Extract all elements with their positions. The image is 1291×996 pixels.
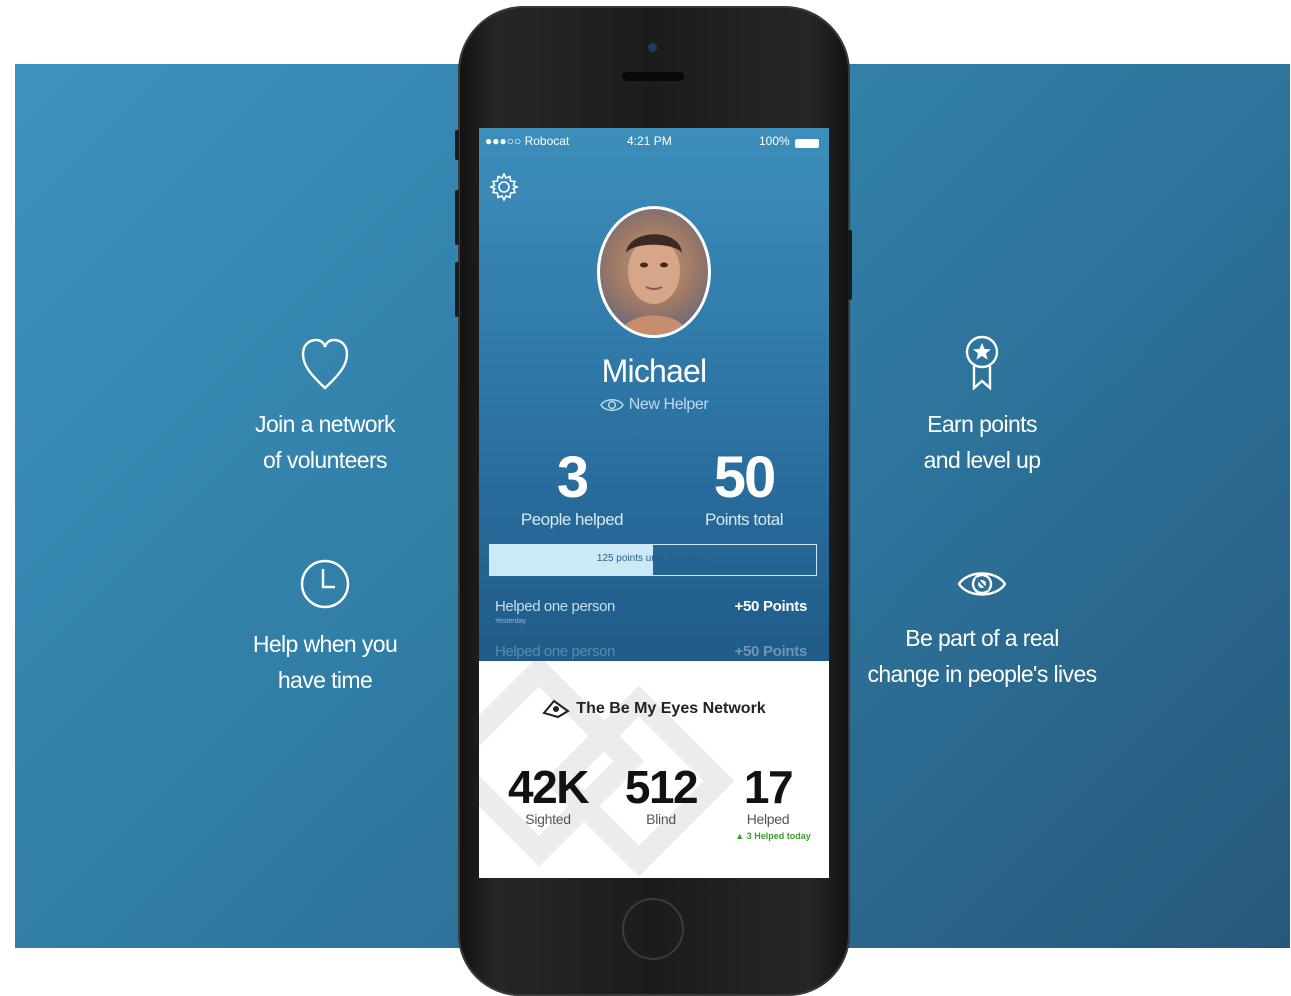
status-bar: ●●●○○ Robocat 4:21 PM 100%: [479, 132, 829, 154]
feature-text: Be part of a real change in people's liv…: [867, 625, 1097, 687]
points-total-stat: 50 Points total: [659, 446, 829, 530]
carrier-label: ●●●○○ Robocat: [485, 134, 570, 148]
clock-label: 4:21 PM: [627, 134, 672, 148]
heart-icon: [301, 338, 349, 390]
helped-today-note: ▲ 3 Helped today: [735, 831, 811, 841]
activity-points: +50 Points: [734, 643, 808, 660]
stat-value: 512: [624, 761, 699, 813]
activity-title: Helped one person: [495, 643, 615, 660]
settings-gear-icon[interactable]: [489, 172, 519, 202]
be-my-eyes-logo-icon: [542, 699, 571, 719]
blind-stat: 512 Blind: [615, 763, 707, 827]
activity-date: Yesterday: [495, 618, 526, 625]
clock-icon: [300, 559, 350, 609]
feature-earn-points: Earn points and level up: [852, 334, 1112, 478]
stat-label: People helped: [520, 510, 624, 529]
home-button[interactable]: [622, 898, 684, 960]
earpiece-speaker: [622, 72, 684, 81]
feature-help-time: Help when you have time: [195, 556, 455, 698]
helped-stat: 17 Helped: [725, 763, 811, 827]
volume-down-button: [455, 262, 459, 317]
rank-label: New Helper: [628, 396, 709, 413]
phone-screen: ●●●○○ Robocat 4:21 PM 100% Michael New H…: [479, 128, 829, 878]
front-camera: [648, 43, 657, 52]
avatar[interactable]: [597, 206, 711, 338]
sighted-stat: 42K Sighted: [503, 763, 593, 827]
stat-label: Helped: [746, 811, 790, 827]
power-button: [848, 230, 852, 300]
level-progress-bar: 125 points until next level: [489, 544, 817, 576]
avatar-portrait: [620, 234, 688, 335]
activity-points: +50 Points: [734, 598, 808, 615]
battery-icon: [795, 139, 819, 148]
feature-text: Join a network of volunteers: [255, 411, 396, 473]
network-title: The Be My Eyes Network: [479, 699, 829, 719]
progress-text: 125 points until next level: [596, 553, 710, 564]
eye-icon: [957, 572, 1007, 596]
stat-label: Sighted: [525, 811, 571, 827]
people-helped-stat: 3 People helped: [487, 446, 657, 530]
network-panel: The Be My Eyes Network 42K Sighted 512 B…: [479, 661, 829, 878]
network-title-text: The Be My Eyes Network: [576, 700, 766, 718]
feature-text: Earn points and level up: [923, 411, 1041, 473]
profile-name: Michael: [601, 353, 707, 389]
feature-join-network: Join a network of volunteers: [195, 336, 455, 478]
stat-label: Points total: [704, 510, 784, 529]
stat-value: 3: [556, 445, 589, 510]
stat-label: Blind: [646, 811, 676, 827]
badge-icon: [965, 335, 999, 391]
volume-up-button: [455, 190, 459, 245]
activity-title: Helped one person: [495, 598, 615, 615]
battery-label: 100%: [759, 134, 790, 148]
profile-rank: New Helper: [479, 396, 829, 414]
activity-item[interactable]: Helped one person +50 Points Yesterday: [495, 598, 813, 638]
feature-real-change: Be part of a real change in people's liv…: [852, 562, 1112, 692]
eye-icon: [599, 398, 624, 411]
stat-value: 50: [713, 445, 777, 510]
stat-value: 17: [743, 761, 794, 813]
stat-value: 42K: [508, 761, 589, 813]
mute-switch: [455, 130, 459, 160]
feature-text: Help when you have time: [252, 631, 398, 693]
